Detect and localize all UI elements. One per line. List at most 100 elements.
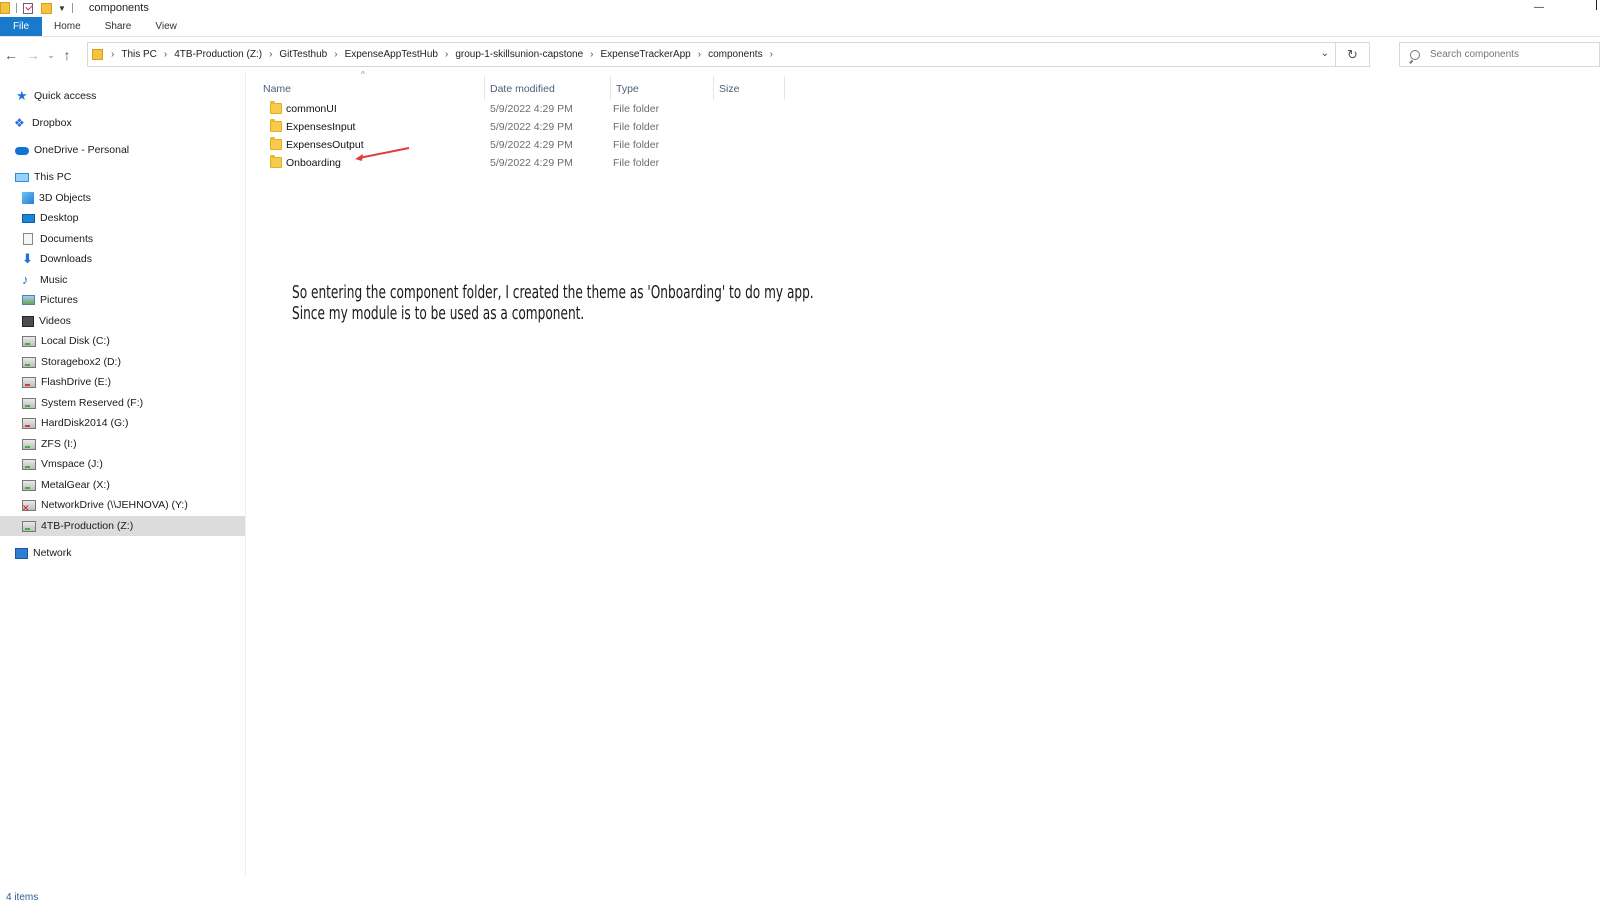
up-button[interactable]: ↑	[58, 47, 76, 63]
desktop-icon	[22, 213, 35, 223]
folder-icon	[92, 49, 103, 60]
chevron-right-icon[interactable]: ›	[334, 49, 337, 60]
document-icon	[23, 233, 33, 245]
drive-icon	[22, 356, 36, 368]
chevron-right-icon[interactable]: ›	[164, 49, 167, 60]
chevron-down-icon[interactable]: ⌄	[1321, 48, 1329, 59]
sidebar-item-dropbox[interactable]: ❖ Dropbox	[0, 113, 245, 133]
file-name: commonUI	[286, 103, 337, 115]
breadcrumb-components[interactable]: components	[708, 49, 762, 60]
table-row[interactable]: Onboarding 5/9/2022 4:29 PM File folder	[256, 155, 776, 173]
customize-toolbar-icon[interactable]: ▼	[58, 4, 66, 13]
sidebar-item-label: MetalGear (X:)	[41, 479, 110, 491]
column-header-name[interactable]: Name	[263, 78, 291, 100]
file-type: File folder	[613, 103, 660, 115]
sidebar-item-system-reserved-f[interactable]: System Reserved (F:)	[0, 393, 245, 413]
search-placeholder: Search components	[1430, 49, 1519, 60]
column-header-size[interactable]: Size	[719, 78, 739, 100]
breadcrumb-gittesthub[interactable]: GitTesthub	[279, 49, 327, 60]
breadcrumb-drive[interactable]: 4TB-Production (Z:)	[174, 49, 262, 60]
file-name: Onboarding	[286, 157, 341, 169]
properties-icon[interactable]	[23, 2, 33, 14]
annotation-arrow	[355, 147, 410, 161]
forward-button[interactable]: →	[22, 47, 44, 63]
sidebar-item-network[interactable]: Network	[0, 543, 245, 563]
column-divider[interactable]	[484, 76, 485, 100]
sidebar-item-onedrive[interactable]: OneDrive - Personal	[0, 140, 245, 160]
chevron-right-icon[interactable]: ›	[269, 49, 272, 60]
column-divider[interactable]	[713, 76, 714, 100]
table-row[interactable]: commonUI 5/9/2022 4:29 PM File folder	[256, 101, 776, 119]
drive-icon	[22, 458, 36, 470]
address-bar[interactable]: › This PC › 4TB-Production (Z:) › GitTes…	[87, 42, 1336, 67]
sidebar-item-metalgear-x[interactable]: MetalGear (X:)	[0, 475, 245, 495]
chevron-right-icon[interactable]: ›	[445, 49, 448, 60]
sidebar-item-3d-objects[interactable]: 3D Objects	[0, 188, 245, 208]
window-title: components	[88, 2, 149, 14]
sidebar-item-4tb-production-z[interactable]: 4TB-Production (Z:)	[0, 516, 245, 536]
star-icon: ★	[16, 88, 28, 103]
refresh-button[interactable]: ↻	[1336, 42, 1370, 67]
chevron-right-icon[interactable]: ›	[590, 49, 593, 60]
table-row[interactable]: ExpensesOutput 5/9/2022 4:29 PM File fol…	[256, 137, 776, 155]
video-icon	[22, 315, 34, 327]
file-type: File folder	[613, 139, 660, 151]
sidebar-item-local-disk-c[interactable]: Local Disk (C:)	[0, 331, 245, 351]
sidebar-item-documents[interactable]: Documents	[0, 229, 245, 249]
chevron-right-icon[interactable]: ›	[770, 49, 773, 60]
drive-icon	[22, 417, 36, 429]
divider	[71, 3, 73, 13]
drive-icon	[22, 397, 36, 409]
breadcrumb-expensetrackerapp[interactable]: ExpenseTrackerApp	[601, 49, 691, 60]
sidebar-item-this-pc[interactable]: This PC	[0, 167, 245, 187]
tab-home[interactable]: Home	[42, 17, 93, 36]
file-date: 5/9/2022 4:29 PM	[490, 157, 573, 169]
tab-file[interactable]: File	[0, 17, 42, 36]
folder-icon	[270, 137, 282, 150]
sidebar-item-zfs-i[interactable]: ZFS (I:)	[0, 434, 245, 454]
minimize-button[interactable]: —	[1534, 2, 1544, 13]
folder-icon	[270, 101, 282, 114]
search-input[interactable]: Search components	[1399, 42, 1600, 67]
recent-locations-button[interactable]: ⌄	[44, 50, 58, 61]
maximize-button[interactable]	[1596, 0, 1600, 10]
tab-view[interactable]: View	[143, 17, 189, 36]
back-button[interactable]: ←	[0, 47, 22, 63]
annotation-line: So entering the component folder, I crea…	[292, 282, 814, 303]
pictures-icon	[22, 295, 35, 305]
column-divider[interactable]	[784, 76, 785, 100]
sidebar-item-label: Quick access	[34, 90, 97, 102]
sidebar-item-desktop[interactable]: Desktop	[0, 208, 245, 228]
sidebar-item-videos[interactable]: Videos	[0, 311, 245, 331]
file-list: ^ Name Date modified Type Size commonUI …	[246, 70, 1600, 876]
sidebar-item-label: Dropbox	[32, 117, 72, 129]
new-folder-icon[interactable]	[41, 2, 52, 14]
drive-icon	[22, 335, 36, 347]
sidebar-item-downloads[interactable]: ⬇ Downloads	[0, 249, 245, 269]
tab-share[interactable]: Share	[93, 17, 144, 36]
chevron-right-icon[interactable]: ›	[698, 49, 701, 60]
sidebar-item-vmspace-j[interactable]: Vmspace (J:)	[0, 454, 245, 474]
sidebar-item-pictures[interactable]: Pictures	[0, 290, 245, 310]
sidebar-item-label: NetworkDrive (\\JEHNOVA) (Y:)	[41, 499, 188, 511]
folder-icon	[270, 119, 282, 132]
sidebar-item-harddisk2014-g[interactable]: HardDisk2014 (G:)	[0, 413, 245, 433]
chevron-right-icon[interactable]: ›	[111, 49, 114, 60]
ribbon-tabs: File Home Share View	[0, 17, 1600, 37]
sidebar-item-music[interactable]: ♪ Music	[0, 270, 245, 290]
sidebar-item-flashdrive-e[interactable]: FlashDrive (E:)	[0, 372, 245, 392]
breadcrumb-this-pc[interactable]: This PC	[121, 49, 157, 60]
annotation-line: Since my module is to be used as a compo…	[292, 303, 585, 324]
sidebar-item-label: Storagebox2 (D:)	[41, 356, 121, 368]
sidebar-item-quick-access[interactable]: ★ Quick access	[0, 86, 245, 106]
breadcrumb-expenseapptesthub[interactable]: ExpenseAppTestHub	[345, 49, 438, 60]
breadcrumb-capstone[interactable]: group-1-skillsunion-capstone	[455, 49, 583, 60]
table-row[interactable]: ExpensesInput 5/9/2022 4:29 PM File fold…	[256, 119, 776, 137]
sidebar-item-networkdrive-y[interactable]: NetworkDrive (\\JEHNOVA) (Y:)	[0, 495, 245, 515]
column-divider[interactable]	[610, 76, 611, 100]
column-header-date[interactable]: Date modified	[490, 78, 555, 100]
computer-icon	[15, 172, 29, 182]
column-header-type[interactable]: Type	[616, 78, 639, 100]
sidebar-item-storagebox2-d[interactable]: Storagebox2 (D:)	[0, 352, 245, 372]
sidebar-item-label: Network	[33, 547, 72, 559]
